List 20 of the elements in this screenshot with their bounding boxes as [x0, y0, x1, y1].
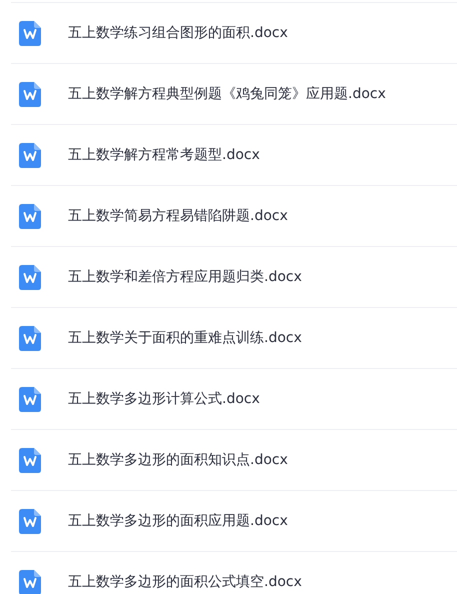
word-document-icon [19, 142, 41, 168]
word-document-icon [19, 82, 41, 106]
word-document-icon [19, 264, 41, 290]
word-document-icon [19, 326, 41, 350]
file-name[interactable]: 五上数学关于面积的重难点训练.docx [68, 329, 302, 347]
file-name[interactable]: 五上数学多边形的面积公式填空.docx [68, 573, 302, 591]
word-document-icon [19, 448, 41, 472]
file-name[interactable]: 五上数学多边形的面积应用题.docx [68, 512, 288, 530]
word-document-icon [19, 570, 41, 594]
file-name[interactable]: 五上数学解方程典型例题《鸡兔同笼》应用题.docx [68, 85, 386, 103]
file-name[interactable]: 五上数学解方程常考题型.docx [68, 146, 260, 164]
word-document-icon [19, 204, 41, 228]
file-name[interactable]: 五上数学练习组合图形的面积.docx [68, 24, 288, 42]
file-name[interactable]: 五上数学多边形计算公式.docx [68, 390, 260, 408]
file-name[interactable]: 五上数学和差倍方程应用题归类.docx [68, 268, 302, 286]
word-document-icon [19, 20, 41, 46]
word-document-icon [19, 508, 41, 534]
file-name[interactable]: 五上数学多边形的面积知识点.docx [68, 451, 288, 469]
file-name[interactable]: 五上数学简易方程易错陷阱题.docx [68, 207, 288, 225]
word-document-icon [19, 386, 41, 412]
